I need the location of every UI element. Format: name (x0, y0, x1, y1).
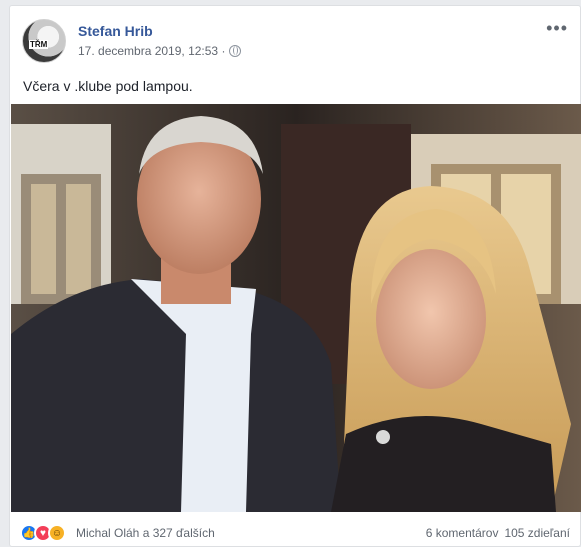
post-photo[interactable] (11, 104, 581, 512)
comments-count[interactable]: 6 komentárov (426, 526, 499, 540)
author-name[interactable]: Stefan Hrib (78, 23, 153, 39)
post-header: TŘM Stefan Hrib 17. decembra 2019, 12:53… (22, 17, 568, 63)
more-options-icon[interactable]: ••• (546, 19, 568, 37)
engagement-counts: 6 komentárov 105 zdieľaní (426, 526, 570, 540)
globe-icon[interactable] (229, 45, 242, 57)
author-avatar[interactable]: TŘM (22, 19, 66, 63)
post-text: Včera v .klube pod lampou. (23, 78, 193, 94)
post-footer: 👍 ♥ ☺ Michal Oláh a 327 ďalších 6 koment… (20, 522, 570, 544)
reactors-text[interactable]: Michal Oláh a 327 ďalších (76, 526, 215, 540)
shares-count[interactable]: 105 zdieľaní (504, 526, 570, 540)
haha-icon: ☺ (48, 524, 66, 542)
post-timestamp[interactable]: 17. decembra 2019, 12:53 · (78, 44, 225, 58)
reaction-icons[interactable]: 👍 ♥ ☺ (20, 524, 66, 542)
post-card: TŘM Stefan Hrib 17. decembra 2019, 12:53… (9, 5, 581, 547)
post-meta: 17. decembra 2019, 12:53 · (78, 44, 242, 58)
photo-image (11, 104, 581, 512)
avatar-badge: TŘM (29, 40, 49, 49)
